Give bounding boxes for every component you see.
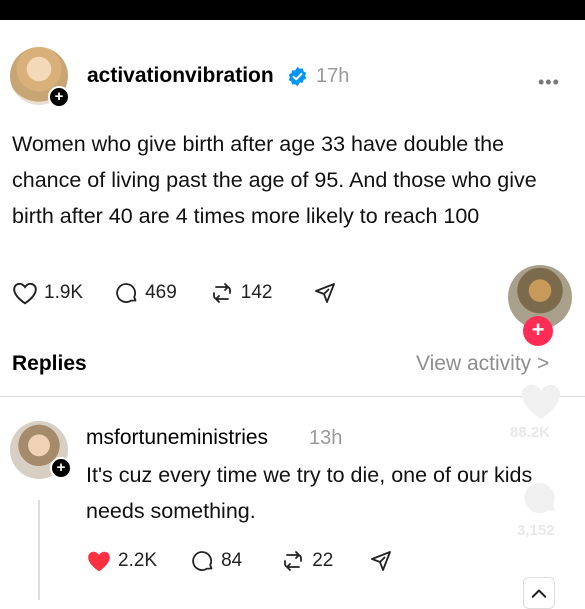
plus-icon[interactable]: + (48, 86, 70, 108)
reply-share-button[interactable] (369, 549, 393, 573)
like-count: 1.9K (44, 282, 84, 303)
scroll-up-button[interactable] (523, 577, 555, 609)
status-bar (0, 0, 585, 20)
replies-label: Replies (12, 352, 87, 375)
reply-repost-button[interactable]: 22 (280, 549, 333, 573)
reply-actions: 2.2K 84 22 (86, 549, 393, 573)
reply-like-count: 2.2K (118, 550, 158, 571)
heart-icon (88, 551, 110, 572)
repost-icon (284, 551, 303, 571)
overlay-heart-icon[interactable] (518, 380, 564, 422)
share-icon (314, 283, 335, 303)
follow-plus-icon[interactable]: + (523, 316, 553, 346)
reply-username[interactable]: msfortuneministries (86, 426, 268, 450)
more-icon[interactable]: ••• (538, 72, 560, 93)
repost-count: 142 (240, 282, 273, 303)
reply-time: 13h (309, 427, 343, 449)
repost-icon (212, 283, 231, 303)
overlay-comment-count: 3,152 (517, 522, 555, 539)
view-activity-link[interactable]: View activity > (416, 352, 549, 376)
view-activity-label: View activity (416, 352, 532, 375)
overlay-comment-icon[interactable] (519, 478, 563, 518)
divider (0, 396, 585, 397)
post-actions: 1.9K 469 142 (12, 281, 337, 305)
heart-icon (13, 282, 37, 305)
comment-button[interactable]: 469 (115, 281, 177, 305)
thread-line (38, 500, 40, 600)
reply-repost-count: 22 (312, 550, 334, 571)
post-text: Women who give birth after age 33 have d… (12, 132, 537, 228)
overlay-like-count: 88.2K (510, 424, 551, 441)
like-button[interactable]: 1.9K (12, 281, 83, 305)
repost-button[interactable]: 142 (209, 281, 273, 305)
share-button[interactable] (313, 281, 337, 305)
chevron-right-icon: > (537, 352, 550, 375)
comment-icon (192, 551, 213, 571)
chevron-up-icon (531, 589, 547, 598)
share-icon (371, 551, 392, 571)
post-username[interactable]: activationvibration (87, 64, 274, 88)
reply-comment-count: 84 (221, 550, 243, 571)
verified-icon (288, 66, 307, 87)
comment-icon (116, 283, 137, 303)
reply-comment-button[interactable]: 84 (191, 549, 242, 573)
reply-text: It's cuz every time we try to die, one o… (86, 463, 533, 523)
plus-icon[interactable]: + (50, 457, 72, 479)
post-time: 17h (316, 65, 350, 87)
comment-count: 469 (145, 282, 177, 303)
reply-like-button[interactable]: 2.2K (86, 549, 157, 573)
